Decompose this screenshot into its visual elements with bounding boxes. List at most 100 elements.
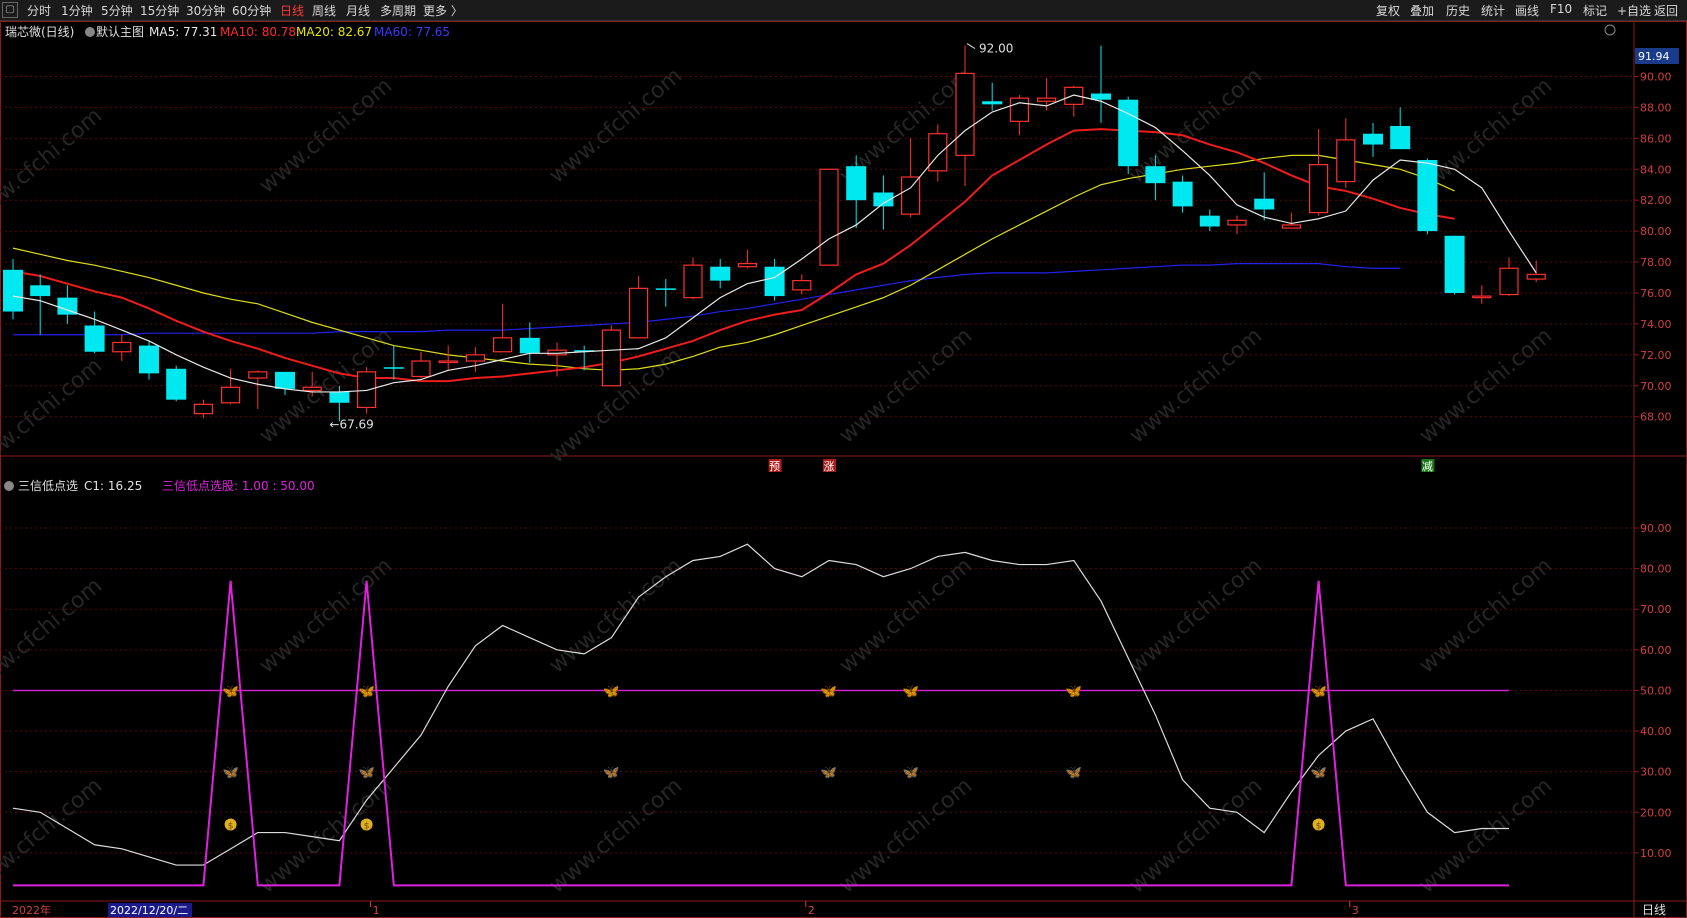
indicator-name: 三信低点选	[18, 479, 78, 493]
watermark-16: www.cfchi.com	[1125, 553, 1267, 678]
signal-line	[13, 580, 1509, 887]
main-y-label: 70.00	[1640, 380, 1672, 393]
main-y-label: 82.00	[1640, 194, 1672, 207]
year-label: 2022年	[12, 903, 51, 917]
candle-body	[1254, 198, 1275, 210]
gold-butterfly-icon: 🦋	[603, 684, 619, 699]
gold-butterfly-icon: 🦋	[359, 684, 375, 699]
candle-body	[1227, 219, 1247, 226]
toolbar-button-4[interactable]: 画线	[1515, 2, 1539, 19]
candle-body	[1118, 99, 1139, 167]
watermark-21: www.cfchi.com	[835, 773, 977, 898]
watermark-13: www.cfchi.com	[255, 553, 397, 678]
period-tab-7[interactable]: 周线	[312, 2, 336, 19]
menu-toggle-icon[interactable]: ▢	[2, 2, 18, 18]
toolbar-button-5[interactable]: F10	[1550, 2, 1572, 16]
candle-body	[112, 341, 132, 353]
sub-y-label: 70.00	[1640, 603, 1672, 616]
gold-butterfly-icon: 🦋	[1066, 684, 1082, 699]
candle-body	[221, 386, 241, 404]
candle-body	[601, 329, 622, 387]
candle-body	[411, 360, 431, 378]
candle-body	[1308, 164, 1329, 214]
watermark-23: www.cfchi.com	[1415, 773, 1557, 898]
candle-body	[1499, 267, 1519, 296]
ma-legend-1: MA10: 80.78	[220, 25, 296, 39]
period-tab-2[interactable]: 5分钟	[101, 2, 133, 19]
candle-body	[737, 263, 758, 268]
candle-body	[1064, 86, 1084, 105]
indicator-dropdown-icon[interactable]	[4, 481, 14, 491]
period-tab-1[interactable]: 1分钟	[61, 2, 93, 19]
cyan-butterfly-icon: 🦋	[821, 766, 837, 781]
candle-body	[1091, 93, 1111, 100]
watermark-18: www.cfchi.com	[0, 773, 107, 898]
watermark-6: www.cfchi.com	[0, 353, 107, 478]
candle-body	[683, 264, 703, 299]
toolbar-button-0[interactable]: 复权	[1376, 2, 1400, 19]
candle-body	[955, 72, 975, 156]
main-y-label: 90.00	[1640, 71, 1672, 84]
period-tab-3[interactable]: 15分钟	[140, 2, 179, 19]
candle-body	[166, 368, 187, 400]
sub-y-label: 30.00	[1640, 766, 1672, 779]
main-y-label: 80.00	[1640, 225, 1672, 238]
candle-body	[383, 367, 404, 369]
candle-body	[900, 176, 921, 215]
candle-body	[329, 391, 350, 403]
candle-body	[1172, 181, 1193, 207]
ma5-line	[12, 94, 1537, 393]
period-tab-9[interactable]: 多周期	[380, 2, 416, 19]
candle-body	[846, 166, 867, 201]
month-label: 1	[373, 904, 380, 917]
candle-body	[792, 280, 812, 291]
candle-body	[1199, 215, 1220, 227]
main-y-label: 72.00	[1640, 349, 1672, 362]
month-label: 3	[1352, 904, 1359, 917]
main-y-label: 68.00	[1640, 411, 1672, 424]
period-tab-10[interactable]: 更多 〉	[423, 2, 463, 19]
panel-option-icon[interactable]	[1604, 24, 1616, 36]
template-dropdown-icon[interactable]	[85, 27, 95, 37]
period-tab-8[interactable]: 月线	[346, 2, 370, 19]
cyan-butterfly-icon: 🦋	[223, 766, 239, 781]
main-y-label: 76.00	[1640, 287, 1672, 300]
toolbar-button-3[interactable]: 统计	[1481, 2, 1505, 19]
period-button[interactable]: 日线	[1642, 903, 1666, 917]
watermark-2: www.cfchi.com	[545, 63, 687, 188]
candle-body	[139, 345, 159, 374]
month-label: 2	[808, 904, 815, 917]
watermark-0: www.cfchi.com	[0, 103, 107, 228]
toolbar-button-2[interactable]: 历史	[1446, 2, 1470, 19]
current-price-tag: 91.94	[1638, 50, 1670, 63]
cyan-butterfly-icon: 🦋	[903, 766, 919, 781]
sub-y-label: 10.00	[1640, 847, 1672, 860]
low-annotation: ←67.69	[329, 417, 373, 431]
candle-body	[302, 386, 322, 392]
candle-body	[3, 269, 23, 312]
candle-body	[1472, 295, 1492, 299]
watermark-17: www.cfchi.com	[1415, 553, 1557, 678]
candle-body	[493, 337, 513, 353]
period-toolbar: ▢ 分时 1分钟 5分钟 15分钟 30分钟 60分钟 日线 周线 月线 多周期 更多 〉 复权 叠加历…	[0, 0, 1687, 21]
period-tab-5[interactable]: 60分钟	[232, 2, 271, 19]
period-tab-0[interactable]: 分时	[27, 2, 51, 19]
candle-body	[465, 354, 485, 362]
cursor-date: 2022/12/20/二	[110, 904, 188, 917]
candle-body	[275, 371, 295, 389]
period-tab-4[interactable]: 30分钟	[186, 2, 225, 19]
candle-body	[1363, 133, 1383, 145]
toolbar-button-1[interactable]: 叠加	[1410, 2, 1434, 19]
high-annotation: 92.00	[979, 42, 1013, 56]
toolbar-button-8[interactable]: 返回	[1654, 2, 1678, 19]
toolbar-button-7[interactable]: +自选	[1617, 2, 1651, 19]
main-y-label: 86.00	[1640, 132, 1672, 145]
chart-area: www.cfchi.com www.cfchi.com www.cfchi.com w…	[0, 21, 1687, 918]
sub-y-label: 90.00	[1640, 522, 1672, 535]
sub-y-label: 50.00	[1640, 684, 1672, 697]
watermark-12: www.cfchi.com	[0, 573, 107, 698]
cyan-butterfly-icon: 🦋	[359, 766, 375, 781]
toolbar-button-6[interactable]: 标记	[1583, 2, 1607, 19]
candle-body	[30, 285, 51, 297]
period-tab-6[interactable]: 日线	[280, 2, 304, 19]
